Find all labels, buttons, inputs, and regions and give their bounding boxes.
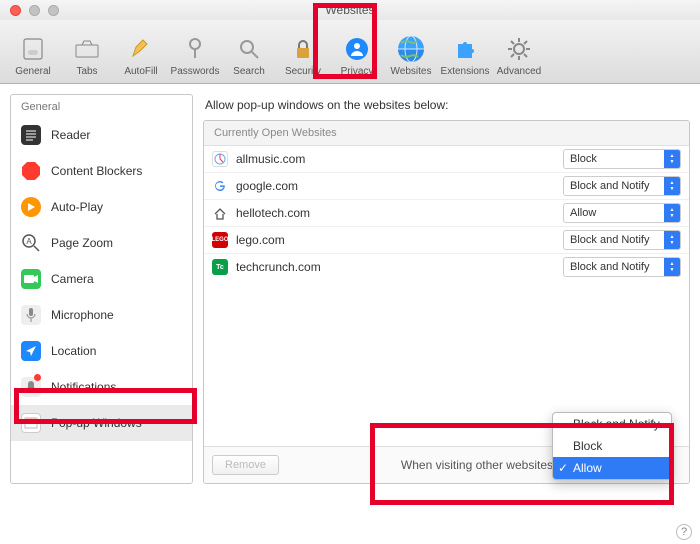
setting-dropdown[interactable]: Block and Notify (563, 176, 681, 196)
tab-extensions[interactable]: Extensions (438, 32, 492, 79)
settings-sidebar: General Reader Content Blockers Auto-Pla… (10, 94, 193, 484)
sidebar-item-page-zoom[interactable]: A Page Zoom (11, 225, 192, 261)
sidebar-item-location[interactable]: Location (11, 333, 192, 369)
sidebar-item-label: Notifications (51, 380, 116, 394)
website-domain: lego.com (236, 233, 555, 247)
key-icon (180, 34, 210, 64)
favicon-google (212, 178, 228, 194)
remove-button[interactable]: Remove (212, 455, 279, 475)
website-domain: allmusic.com (236, 152, 555, 166)
notification-badge (34, 374, 41, 381)
currently-open-heading: Currently Open Websites (204, 121, 689, 146)
location-icon (21, 341, 41, 361)
sidebar-item-microphone[interactable]: Microphone (11, 297, 192, 333)
website-row[interactable]: Tc techcrunch.com Block and Notify (204, 254, 689, 280)
sidebar-heading: General (11, 95, 192, 117)
sidebar-item-label: Reader (51, 128, 90, 142)
chevron-updown-icon (664, 204, 680, 222)
sidebar-item-label: Microphone (51, 308, 114, 322)
tab-passwords[interactable]: Passwords (168, 32, 222, 79)
website-domain: google.com (236, 179, 555, 193)
sidebar-item-content-blockers[interactable]: Content Blockers (11, 153, 192, 189)
sidebar-item-popup-windows[interactable]: Pop-up Windows (11, 405, 192, 441)
title-bar: Websites (0, 0, 700, 20)
sidebar-item-label: Location (51, 344, 96, 358)
website-row[interactable]: allmusic.com Block (204, 146, 689, 173)
camera-icon (21, 269, 41, 289)
sidebar-item-label: Camera (51, 272, 94, 286)
reader-icon (21, 125, 41, 145)
tab-general[interactable]: General (6, 32, 60, 79)
chevron-updown-icon (664, 231, 680, 249)
tab-privacy[interactable]: Privacy (330, 32, 384, 79)
privacy-icon (342, 34, 372, 64)
sidebar-item-label: Pop-up Windows (51, 416, 142, 430)
website-row[interactable]: google.com Block and Notify (204, 173, 689, 200)
sidebar-item-label: Auto-Play (51, 200, 103, 214)
sidebar-item-notifications[interactable]: Notifications (11, 369, 192, 405)
sidebar-item-label: Content Blockers (51, 164, 142, 178)
setting-dropdown[interactable]: Block (563, 149, 681, 169)
favicon-techcrunch: Tc (212, 259, 228, 275)
favicon-allmusic (212, 151, 228, 167)
lock-icon (288, 34, 318, 64)
tab-advanced[interactable]: Advanced (492, 32, 546, 79)
menu-option-block[interactable]: Block (553, 435, 671, 457)
puzzle-icon (450, 34, 480, 64)
panel-title: Allow pop-up windows on the websites bel… (203, 94, 690, 120)
globe-icon (396, 34, 426, 64)
chevron-updown-icon (664, 177, 680, 195)
menu-option-block-notify[interactable]: Block and Notify (553, 413, 671, 435)
search-icon (234, 34, 264, 64)
microphone-icon (21, 305, 41, 325)
tab-security[interactable]: Security (276, 32, 330, 79)
website-domain: hellotech.com (236, 206, 555, 220)
website-row[interactable]: hellotech.com Allow (204, 200, 689, 227)
stop-icon (21, 161, 41, 181)
switch-icon (18, 34, 48, 64)
setting-dropdown[interactable]: Allow (563, 203, 681, 223)
other-websites-menu[interactable]: Block and Notify Block Allow (552, 412, 672, 480)
pencil-icon (126, 34, 156, 64)
website-domain: techcrunch.com (236, 260, 555, 274)
tab-search[interactable]: Search (222, 32, 276, 79)
tab-websites[interactable]: Websites (384, 32, 438, 79)
sidebar-item-label: Page Zoom (51, 236, 113, 250)
gear-icon (504, 34, 534, 64)
favicon-hellotech (212, 205, 228, 221)
window-icon (21, 413, 41, 433)
website-row[interactable]: LEGO lego.com Block and Notify (204, 227, 689, 254)
setting-dropdown[interactable]: Block and Notify (563, 257, 681, 277)
other-websites-label: When visiting other websites (401, 458, 553, 472)
help-button[interactable]: ? (676, 524, 692, 540)
tab-autofill[interactable]: AutoFill (114, 32, 168, 79)
tabs-icon (72, 34, 102, 64)
sidebar-item-camera[interactable]: Camera (11, 261, 192, 297)
favicon-lego: LEGO (212, 232, 228, 248)
chevron-updown-icon (664, 150, 680, 168)
websites-list: allmusic.com Block google.com Block and … (204, 146, 689, 446)
play-icon (21, 197, 41, 217)
preferences-toolbar: General Tabs AutoFill Passwords Search S… (0, 20, 700, 84)
chevron-updown-icon (664, 258, 680, 276)
zoom-icon: A (21, 233, 41, 253)
tab-tabs[interactable]: Tabs (60, 32, 114, 79)
window-title: Websites (0, 3, 700, 17)
menu-option-allow[interactable]: Allow (553, 457, 671, 479)
setting-dropdown[interactable]: Block and Notify (563, 230, 681, 250)
sidebar-item-auto-play[interactable]: Auto-Play (11, 189, 192, 225)
svg-text:A: A (26, 237, 32, 246)
sidebar-item-reader[interactable]: Reader (11, 117, 192, 153)
